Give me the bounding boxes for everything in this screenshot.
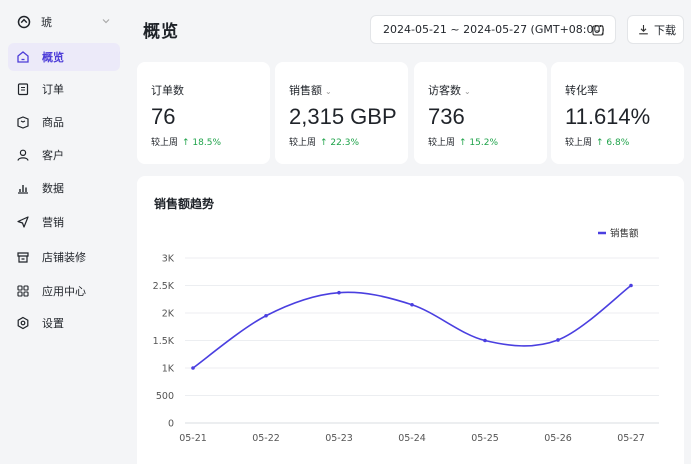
x-tick-label: 05-27 xyxy=(617,433,645,444)
data-point xyxy=(556,338,560,342)
stat-label: 订单数 xyxy=(151,84,184,97)
y-tick-label: 500 xyxy=(156,391,174,402)
storefront-icon xyxy=(17,252,29,263)
sidebar-item-settings[interactable]: 设置 xyxy=(8,309,120,337)
data-point xyxy=(483,338,487,343)
sidebar-item-label: 客户 xyxy=(42,149,64,162)
x-tick-label: 05-26 xyxy=(544,433,572,444)
stat-value: 736 xyxy=(428,104,465,129)
stat-compare: 较上周 ↑ 15.2% xyxy=(428,138,499,148)
stat-value: 2,315 GBP xyxy=(289,104,397,129)
stat-card-orders: 订单数 76 较上周 ↑ 18.5% xyxy=(137,62,270,164)
sidebar-item-decoration[interactable]: 店铺装修 xyxy=(8,243,120,271)
gear-icon xyxy=(17,316,29,330)
y-tick-label: 2.5K xyxy=(153,281,175,292)
x-tick-label: 05-21 xyxy=(179,433,207,444)
stat-label: 访客数 ⌄ xyxy=(428,84,471,97)
data-point xyxy=(337,290,341,295)
y-tick-label: 1.5K xyxy=(153,336,175,347)
page-title: 概览 xyxy=(143,22,179,42)
x-tick-label: 05-22 xyxy=(252,433,280,444)
sidebar-item-label: 概览 xyxy=(42,51,64,64)
stat-change: ↑ 18.5% xyxy=(182,138,222,148)
data-point xyxy=(410,302,414,307)
x-tick-label: 05-25 xyxy=(471,433,499,444)
stat-compare: 较上周 ↑ 18.5% xyxy=(151,138,222,148)
sidebar-item-label: 应用中心 xyxy=(42,285,86,298)
sales-trend-chart: 0 500 1K 1.5K 2K 2.5K 3K 05-21 05-22 05-23 05-24 05… xyxy=(153,228,659,444)
calendar-icon xyxy=(592,25,604,36)
store-switcher[interactable]: 琥 xyxy=(8,10,120,34)
store-logo-icon xyxy=(17,15,31,29)
sidebar-item-label: 商品 xyxy=(42,116,64,129)
document-icon xyxy=(17,83,29,96)
sales-trend-card: 销售额趋势 0 500 1K 1.5K 2K 2.5K 3K 05-21 05-22 05-23 0… xyxy=(137,176,684,464)
sidebar-item-label: 订单 xyxy=(42,83,64,96)
data-point xyxy=(629,283,633,288)
send-icon xyxy=(17,216,29,228)
data-point xyxy=(191,366,195,370)
apps-grid-icon xyxy=(17,285,29,297)
sidebar-item-marketing[interactable]: 营销 xyxy=(8,208,120,236)
date-range-text: 2024-05-21 ~ 2024-05-27 (GMT+08:00) xyxy=(383,23,605,36)
x-tick-label: 05-24 xyxy=(398,433,426,444)
download-button[interactable]: 下载 xyxy=(627,15,684,44)
date-range-picker[interactable]: 2024-05-21 ~ 2024-05-27 (GMT+08:00) xyxy=(370,15,616,44)
y-tick-label: 1K xyxy=(162,364,175,375)
stat-card-visitors: 访客数 ⌄ 736 较上周 ↑ 15.2% xyxy=(414,62,547,164)
stat-value: 76 xyxy=(151,104,176,129)
sidebar-item-products[interactable]: 商品 xyxy=(8,108,120,136)
sidebar-item-label: 数据 xyxy=(42,182,64,195)
y-tick-label: 3K xyxy=(162,254,175,265)
download-icon xyxy=(639,25,648,35)
stat-compare: 较上周 ↑ 22.3% xyxy=(289,138,360,148)
user-icon xyxy=(17,149,29,161)
stat-card-conversion: 转化率 11.614% 较上周 ↑ 6.8% xyxy=(551,62,684,164)
home-icon xyxy=(17,51,29,63)
sidebar-item-orders[interactable]: 订单 xyxy=(8,75,120,103)
box-icon xyxy=(17,116,29,129)
store-name: 琥 xyxy=(41,16,52,29)
x-tick-label: 05-23 xyxy=(325,433,353,444)
data-point xyxy=(264,313,268,318)
series-line xyxy=(192,284,632,369)
y-tick-label: 0 xyxy=(168,419,174,430)
sidebar-item-overview[interactable]: 概览 xyxy=(8,43,120,71)
chevron-down-icon xyxy=(102,19,110,24)
sidebar-item-label: 店铺装修 xyxy=(42,251,86,264)
stat-label: 销售额 ⌄ xyxy=(289,84,332,97)
sidebar-item-data[interactable]: 数据 xyxy=(8,174,120,202)
chevron-down-icon: ⌄ xyxy=(325,87,332,96)
sidebar-item-apps[interactable]: 应用中心 xyxy=(8,277,120,305)
sidebar: 琥 概览 订单 商品 客户 数据 营销 店铺装修 应用中心 设置 xyxy=(0,0,126,464)
stat-label: 转化率 xyxy=(565,84,598,97)
stat-card-sales: 销售额 ⌄ 2,315 GBP 较上周 ↑ 22.3% xyxy=(275,62,408,164)
chevron-down-icon: ⌄ xyxy=(464,87,471,96)
download-label: 下载 xyxy=(654,23,676,37)
stat-value: 11.614% xyxy=(565,104,651,129)
sidebar-item-label: 设置 xyxy=(42,317,64,330)
y-tick-label: 2K xyxy=(162,309,175,320)
sidebar-item-label: 营销 xyxy=(42,216,64,229)
stat-change: ↑ 6.8% xyxy=(596,138,630,148)
sidebar-item-customers[interactable]: 客户 xyxy=(8,141,120,169)
stat-change: ↑ 15.2% xyxy=(459,138,499,148)
legend-label: 销售额 xyxy=(610,228,639,240)
stat-change: ↑ 22.3% xyxy=(320,138,360,148)
bar-chart-icon xyxy=(18,185,28,194)
stat-compare: 较上周 ↑ 6.8% xyxy=(565,138,630,148)
